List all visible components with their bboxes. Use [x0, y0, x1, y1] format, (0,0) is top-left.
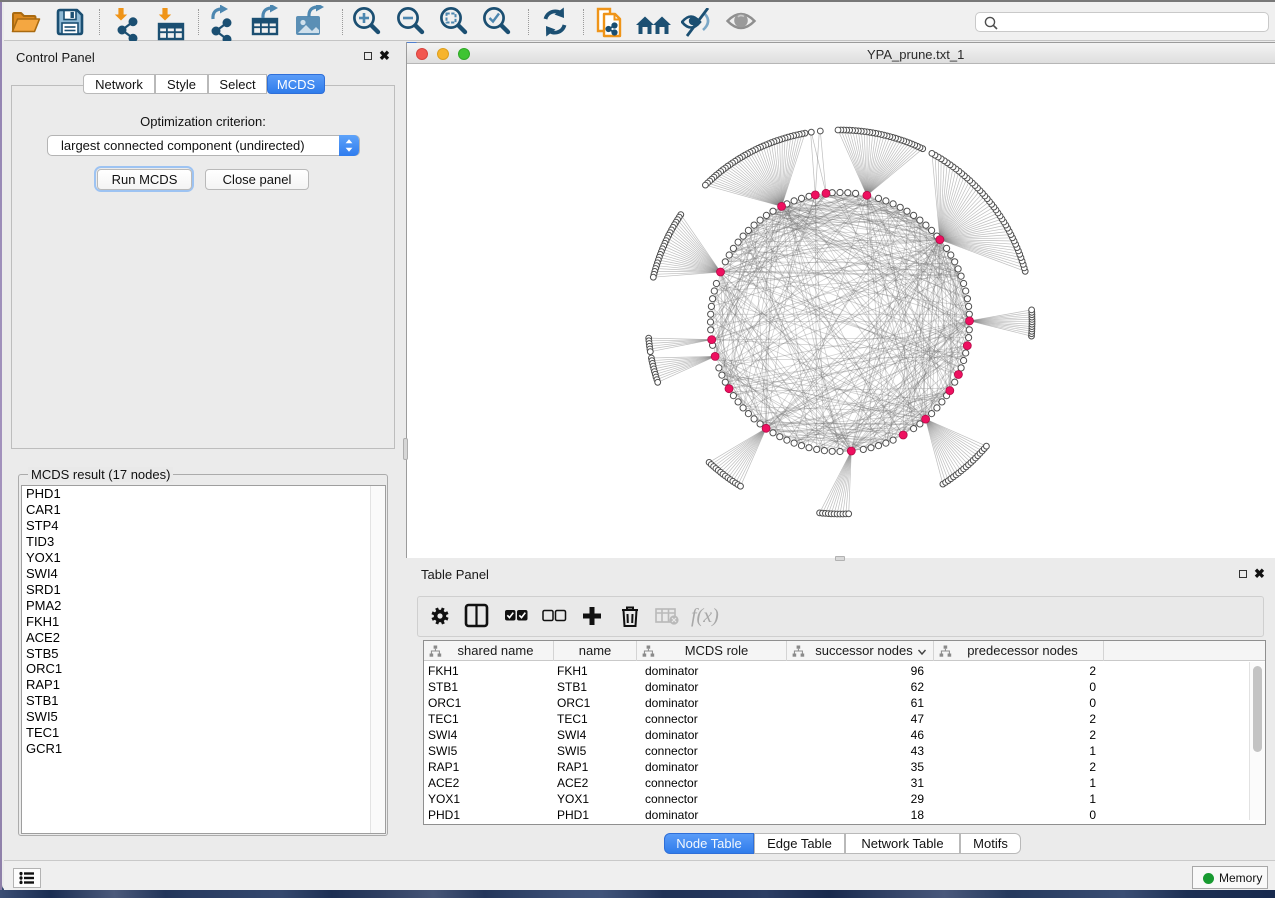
svg-text:f(x): f(x)	[691, 605, 719, 627]
